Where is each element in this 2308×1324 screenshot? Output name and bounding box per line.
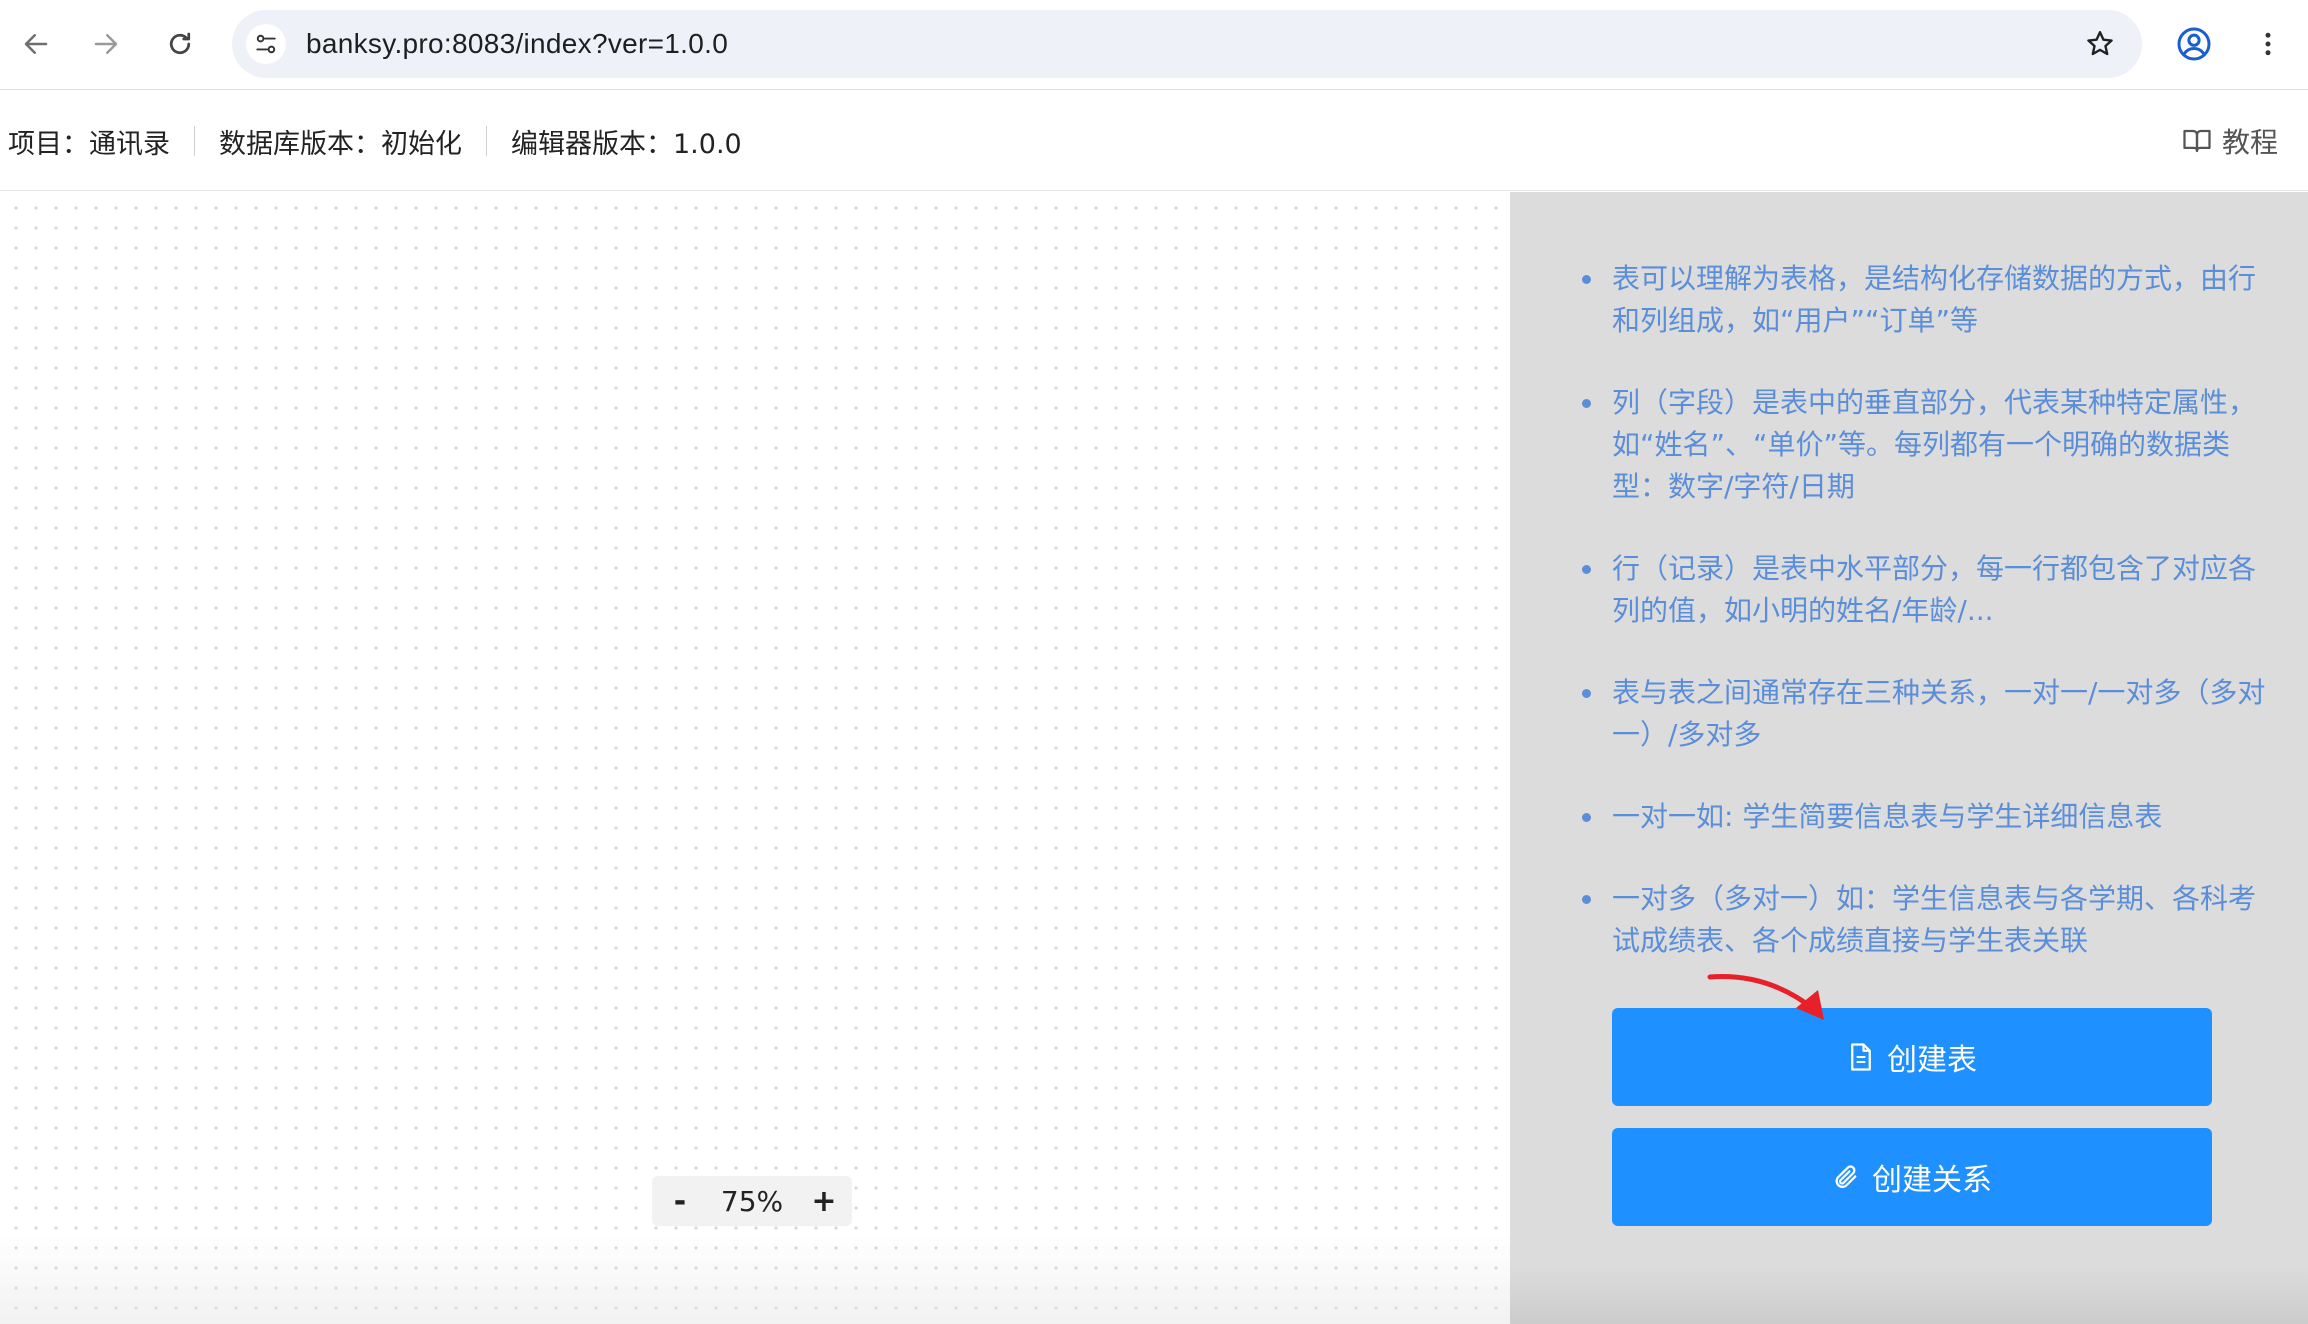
divider [194, 126, 195, 156]
tune-icon [256, 34, 276, 54]
book-open-icon [2183, 129, 2211, 153]
browser-toolbar: banksy.pro:8083/index?ver=1.0.0 [0, 0, 2308, 90]
list-item: 列（字段）是表中的垂直部分，代表某种特定属性，如“姓名”、“单价”等。每列都有一… [1580, 382, 2280, 508]
star-icon [2087, 31, 2113, 56]
reload-button[interactable] [158, 22, 202, 66]
account-circle-icon [2177, 27, 2211, 61]
create-table-button[interactable]: 创建表 [1612, 1008, 2212, 1106]
editor-version: 编辑器版本：1.0.0 [511, 128, 742, 160]
arrow-left-icon [24, 34, 48, 54]
editor-canvas[interactable] [0, 192, 1510, 1324]
panel-bottom-shade [1510, 1264, 2308, 1324]
reload-icon [169, 32, 191, 55]
create-relation-label: 创建关系 [1872, 1163, 1992, 1198]
project-info: 项目：通讯录 数据库版本：初始化 编辑器版本：1.0.0 [8, 91, 742, 191]
forward-button[interactable] [84, 22, 128, 66]
list-item: 表与表之间通常存在三种关系，一对一/一对多（多对一）/多对多 [1580, 672, 2280, 756]
tutorial-label: 教程 [2221, 126, 2278, 159]
project-name: 项目：通讯录 [8, 128, 170, 160]
list-item: 表可以理解为表格，是结构化存储数据的方式，由行和列组成，如“用户”“订单”等 [1580, 258, 2280, 342]
browser-menu-button[interactable] [2246, 22, 2290, 66]
create-table-label: 创建表 [1887, 1043, 1977, 1078]
zoom-control: - 75% + [652, 1176, 852, 1226]
arrow-right-icon [94, 34, 118, 54]
site-info-button[interactable] [246, 24, 286, 64]
zoom-in-button[interactable]: + [804, 1179, 844, 1223]
list-item: 行（记录）是表中水平部分，每一行都包含了对应各列的值，如小明的姓名/年龄/... [1580, 548, 2280, 632]
canvas-bottom-shade [0, 1234, 1510, 1324]
list-item: 一对一如: 学生简要信息表与学生详细信息表 [1580, 796, 2280, 838]
create-relation-button[interactable]: 创建关系 [1612, 1128, 2212, 1226]
tutorial-link[interactable]: 教程 [2182, 91, 2278, 191]
url-text[interactable]: banksy.pro:8083/index?ver=1.0.0 [306, 10, 728, 78]
zoom-out-button[interactable]: - [660, 1179, 700, 1223]
list-item: 一对多（多对一）如：学生信息表与各学期、各科考试成绩表、各个成绩直接与学生表关联 [1580, 878, 2280, 962]
file-text-icon [1851, 1043, 1871, 1071]
more-vertical-icon [2265, 32, 2271, 56]
paperclip-icon [1835, 1165, 1857, 1189]
zoom-level: 75% [720, 1184, 784, 1218]
help-panel: 表可以理解为表格，是结构化存储数据的方式，由行和列组成，如“用户”“订单”等 列… [1510, 192, 2308, 1324]
divider [486, 126, 487, 156]
profile-button[interactable] [2172, 22, 2216, 66]
app-header: 项目：通讯录 数据库版本：初始化 编辑器版本：1.0.0 教程 [0, 91, 2308, 191]
tips-list: 表可以理解为表格，是结构化存储数据的方式，由行和列组成，如“用户”“订单”等 列… [1580, 258, 2280, 1002]
database-version: 数据库版本：初始化 [219, 128, 462, 160]
bookmark-button[interactable] [2080, 24, 2120, 64]
address-bar[interactable]: banksy.pro:8083/index?ver=1.0.0 [232, 10, 2142, 78]
back-button[interactable] [14, 22, 58, 66]
